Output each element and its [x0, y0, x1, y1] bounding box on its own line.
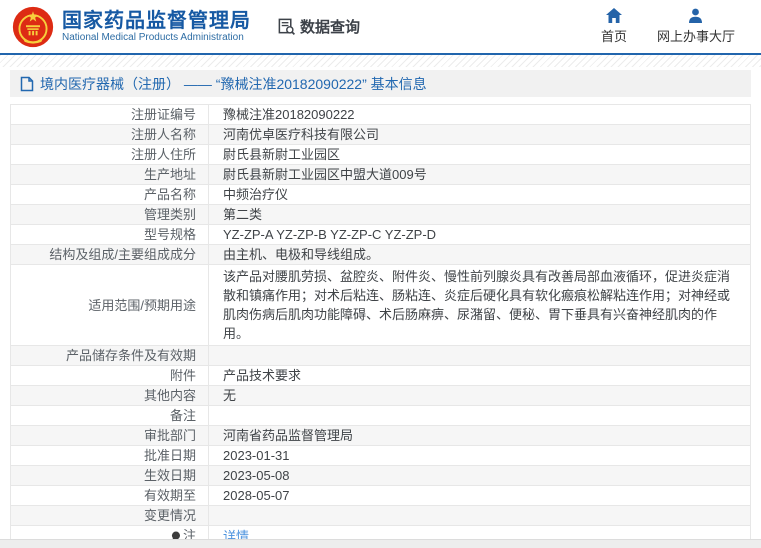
table-row: 有效期至 2028-05-07	[11, 486, 751, 506]
row-value: 河南优卓医疗科技有限公司	[209, 125, 751, 145]
row-value: 尉氏县新尉工业园区中盟大道009号	[209, 165, 751, 185]
row-label-text: 产品名称	[144, 187, 196, 202]
registration-info-table: 注册证编号 豫械注准20182090222 注册人名称 河南优卓医疗科技有限公司…	[10, 104, 751, 548]
table-row: 附件 产品技术要求	[11, 366, 751, 386]
table-row: 注册人住所 尉氏县新尉工业园区	[11, 145, 751, 165]
row-value: 尉氏县新尉工业园区	[209, 145, 751, 165]
nav-service-hall-label: 网上办事大厅	[657, 26, 735, 45]
row-label: 管理类别	[11, 205, 209, 225]
org-subtitle: National Medical Products Administration	[62, 32, 251, 44]
row-label: 变更情况	[11, 506, 209, 526]
row-label-text: 生效日期	[144, 468, 196, 483]
row-value: 无	[209, 386, 751, 406]
table-row: 审批部门 河南省药品监督管理局	[11, 426, 751, 446]
table-row: 批准日期 2023-01-31	[11, 446, 751, 466]
row-label-text: 附件	[170, 368, 196, 383]
row-label: 注册人住所	[11, 145, 209, 165]
row-label: 附件	[11, 366, 209, 386]
row-label-text: 结构及组成/主要组成成分	[49, 247, 196, 262]
row-label: 有效期至	[11, 486, 209, 506]
row-value: 产品技术要求	[209, 366, 751, 386]
row-label: 审批部门	[11, 426, 209, 446]
row-label-text: 注册人住所	[131, 147, 196, 162]
breadcrumb: 境内医疗器械（注册） —— “豫械注准20182090222” 基本信息	[10, 70, 751, 97]
row-label: 批准日期	[11, 446, 209, 466]
row-label-text: 批准日期	[144, 448, 196, 463]
table-row: 生效日期 2023-05-08	[11, 466, 751, 486]
row-label-text: 注册证编号	[131, 107, 196, 122]
table-row: 产品储存条件及有效期	[11, 346, 751, 366]
national-emblem-logo	[12, 6, 54, 48]
row-value: 第二类	[209, 205, 751, 225]
row-label: 备注	[11, 406, 209, 426]
nav-home[interactable]: 首页	[601, 8, 627, 45]
table-row: 产品名称 中频治疗仪	[11, 185, 751, 205]
table-row: 适用范围/预期用途 该产品对腰肌劳损、盆腔炎、附件炎、慢性前列腺炎具有改善局部血…	[11, 265, 751, 346]
table-row: 结构及组成/主要组成成分 由主机、电极和导线组成。	[11, 245, 751, 265]
footer-band	[0, 539, 761, 548]
row-label: 其他内容	[11, 386, 209, 406]
row-label-text: 审批部门	[144, 428, 196, 443]
header-nav: 首页 网上办事大厅	[601, 8, 761, 45]
row-value: YZ-ZP-A YZ-ZP-B YZ-ZP-C YZ-ZP-D	[209, 225, 751, 245]
row-value: 河南省药品监督管理局	[209, 426, 751, 446]
table-row: 备注	[11, 406, 751, 426]
row-value	[209, 506, 751, 526]
site-header: 国家药品监督管理局 National Medical Products Admi…	[0, 0, 761, 53]
org-title-block: 国家药品监督管理局 National Medical Products Admi…	[62, 10, 251, 44]
table-row: 生产地址 尉氏县新尉工业园区中盟大道009号	[11, 165, 751, 185]
row-label-text: 备注	[170, 408, 196, 423]
page-title: 境内医疗器械（注册） —— “豫械注准20182090222” 基本信息	[40, 74, 427, 94]
hatched-strip	[0, 55, 761, 67]
row-label: 型号规格	[11, 225, 209, 245]
table-row: 变更情况	[11, 506, 751, 526]
table-row: 注册证编号 豫械注准20182090222	[11, 105, 751, 125]
row-label-text: 注册人名称	[131, 127, 196, 142]
row-value: 2023-05-08	[209, 466, 751, 486]
table-row: 管理类别 第二类	[11, 205, 751, 225]
row-value: 中频治疗仪	[209, 185, 751, 205]
row-label: 注册证编号	[11, 105, 209, 125]
main-content: 境内医疗器械（注册） —— “豫械注准20182090222” 基本信息 注册证…	[10, 70, 751, 548]
document-search-icon	[277, 17, 296, 36]
nav-home-label: 首页	[601, 26, 627, 45]
row-label-text: 生产地址	[144, 167, 196, 182]
home-icon	[606, 8, 622, 23]
row-value: 该产品对腰肌劳损、盆腔炎、附件炎、慢性前列腺炎具有改善局部血液循环，促进炎症消散…	[209, 265, 751, 346]
row-label-text: 产品储存条件及有效期	[66, 348, 196, 363]
row-label-text: 适用范围/预期用途	[88, 298, 196, 313]
row-label: 生效日期	[11, 466, 209, 486]
row-label: 生产地址	[11, 165, 209, 185]
person-icon	[688, 8, 703, 23]
data-query-label: 数据查询	[300, 16, 360, 37]
row-value: 豫械注准20182090222	[209, 105, 751, 125]
row-label-text: 变更情况	[144, 508, 196, 523]
data-query-nav[interactable]: 数据查询	[277, 16, 360, 37]
row-label: 产品名称	[11, 185, 209, 205]
row-label-text: 有效期至	[144, 488, 196, 503]
row-value	[209, 346, 751, 366]
row-value: 2028-05-07	[209, 486, 751, 506]
org-title: 国家药品监督管理局	[62, 10, 251, 32]
row-label-text: 管理类别	[144, 207, 196, 222]
row-label-text: 型号规格	[144, 227, 196, 242]
row-value: 由主机、电极和导线组成。	[209, 245, 751, 265]
table-row: 其他内容 无	[11, 386, 751, 406]
row-value: 2023-01-31	[209, 446, 751, 466]
row-label: 注册人名称	[11, 125, 209, 145]
table-row: 型号规格 YZ-ZP-A YZ-ZP-B YZ-ZP-C YZ-ZP-D	[11, 225, 751, 245]
row-label: 产品储存条件及有效期	[11, 346, 209, 366]
nav-service-hall[interactable]: 网上办事大厅	[657, 8, 735, 45]
row-label: 适用范围/预期用途	[11, 265, 209, 346]
row-label-text: 其他内容	[144, 388, 196, 403]
row-label: 结构及组成/主要组成成分	[11, 245, 209, 265]
row-value	[209, 406, 751, 426]
table-row: 注册人名称 河南优卓医疗科技有限公司	[11, 125, 751, 145]
document-icon	[20, 76, 34, 92]
